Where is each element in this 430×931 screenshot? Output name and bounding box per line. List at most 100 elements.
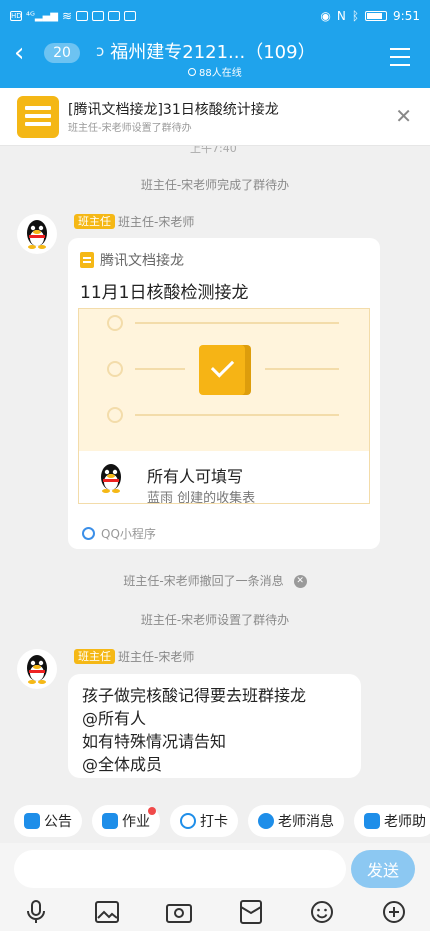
teacher-message-button[interactable]: 老师消息 <box>248 805 344 837</box>
menu-icon[interactable] <box>390 48 410 66</box>
notification-dot <box>148 807 156 815</box>
checklist-icon <box>199 345 245 395</box>
mini-program-icon <box>82 527 95 540</box>
red-packet-icon[interactable] <box>238 899 264 925</box>
document-icon <box>17 96 59 138</box>
online-count: 88人在线 <box>188 64 242 79</box>
close-icon[interactable]: ✕ <box>395 104 412 128</box>
recall-text: 班主任-宋老师撤回了一条消息 <box>123 574 284 588</box>
card-title: 11月1日核酸检测接龙 <box>80 283 249 303</box>
camera-icon[interactable] <box>166 899 193 925</box>
text-message[interactable]: 孩子做完核酸记得要去班群接龙 @所有人 如有特殊情况请告知 @全体成员 <box>68 674 361 778</box>
homework-button[interactable]: 作业 <box>92 805 160 837</box>
dismiss-icon[interactable]: ✕ <box>293 575 307 588</box>
status-bar: HD ⁴ᴳ▂▄▆ ≋ ◉ N ᛒ 9:51 <box>0 0 430 32</box>
bluetooth-icon: ᛒ <box>351 9 360 23</box>
status-time: 9:51 <box>393 9 420 23</box>
chip-label: 老师助 <box>384 814 426 830</box>
pinned-todo[interactable]: [腾讯文档接龙]31日核酸统计接龙 班主任-宋老师设置了群待办 ✕ <box>0 88 430 146</box>
list-circle-icon <box>107 361 123 377</box>
card-source-label: 腾讯文档接龙 <box>100 253 184 269</box>
online-text: 88人在线 <box>199 68 242 79</box>
list-circle-icon <box>107 315 123 331</box>
microphone-icon[interactable] <box>23 899 49 925</box>
group-name: 福州建专2121...（109） <box>110 42 316 63</box>
list-line <box>135 322 339 324</box>
app-icon-1 <box>76 11 89 21</box>
list-circle-icon <box>107 407 123 423</box>
list-line <box>135 414 339 416</box>
chat-area[interactable]: 上午7:40 班主任-宋老师完成了群待办 班主任 班主任-宋老师 腾讯文档接龙 … <box>0 146 430 799</box>
image-icon[interactable] <box>94 899 120 925</box>
signal-icon: ⁴ᴳ▂▄▆ <box>26 10 58 22</box>
penguin-icon <box>27 655 47 684</box>
list-line <box>265 368 339 370</box>
sender-name[interactable]: 班主任-宋老师 <box>118 213 194 230</box>
chip-label: 公告 <box>44 814 72 830</box>
doc-card[interactable]: 腾讯文档接龙 11月1日核酸检测接龙 所有人可填写 蓝雨 创建的收集表 QQ小程… <box>68 238 380 549</box>
sender-name[interactable]: 班主任-宋老师 <box>118 648 194 665</box>
fill-permission: 所有人可填写 <box>147 467 244 486</box>
app-icon-2 <box>92 11 105 21</box>
chip-label: 打卡 <box>200 814 228 830</box>
edit-icon <box>102 813 118 829</box>
wifi-icon: ≋ <box>61 9 73 23</box>
system-message: 班主任-宋老师设置了群待办 <box>140 613 290 627</box>
system-message: 班主任-宋老师完成了群待办 <box>140 178 290 192</box>
hd-icon: HD <box>10 11 22 21</box>
book-icon <box>364 813 380 829</box>
message-line: 如有特殊情况请告知 <box>82 732 227 751</box>
fill-creator: 蓝雨 创建的收集表 <box>147 491 256 504</box>
card-illustration: 所有人可填写 蓝雨 创建的收集表 <box>78 308 370 504</box>
chip-label: 作业 <box>122 814 150 830</box>
role-tag: 班主任 <box>74 649 115 664</box>
status-left: HD ⁴ᴳ▂▄▆ ≋ <box>10 9 137 23</box>
quick-actions: 公告 作业 打卡 老师消息 老师助 <box>0 799 430 843</box>
emoji-icon[interactable] <box>309 899 335 925</box>
message-line: 孩子做完核酸记得要去班群接龙 <box>82 686 307 705</box>
battery-icon <box>365 11 388 21</box>
chip-label: 老师消息 <box>278 814 334 830</box>
nav-row: ‹ 20 ↄ 福州建专2121...（109） 88人在线 <box>0 32 430 88</box>
back-icon[interactable]: ‹ <box>14 40 24 66</box>
avatar[interactable] <box>17 214 57 254</box>
eye-icon: ◉ <box>320 9 331 23</box>
briefcase-icon <box>24 813 40 829</box>
checkin-button[interactable]: 打卡 <box>170 805 238 837</box>
app-icon-4 <box>124 11 137 21</box>
todo-subtitle: 班主任-宋老师设置了群待办 <box>68 123 192 134</box>
message-line: @全体成员 <box>82 755 163 774</box>
status-right: ◉ N ᛒ 9:51 <box>320 9 420 23</box>
sender-line: 班主任 班主任-宋老师 <box>74 648 194 665</box>
time-divider: 上午7:40 <box>190 146 237 155</box>
announcement-button[interactable]: 公告 <box>14 805 82 837</box>
online-icon <box>188 67 196 76</box>
send-button[interactable]: 发送 <box>351 850 415 888</box>
penguin-icon <box>101 464 121 493</box>
message-line: @所有人 <box>82 709 147 728</box>
card-source: 腾讯文档接龙 <box>80 250 184 270</box>
card-footer-label: QQ小程序 <box>101 527 156 541</box>
chat-title[interactable]: ↄ 福州建专2121...（109） <box>96 38 316 64</box>
teacher-icon <box>258 813 274 829</box>
toolbar <box>0 893 430 931</box>
check-icon <box>180 813 196 829</box>
penguin-icon <box>27 220 47 249</box>
system-message-recall: 班主任-宋老师撤回了一条消息 ✕ <box>0 572 430 589</box>
unread-badge[interactable]: 20 <box>44 43 80 63</box>
role-tag: 班主任 <box>74 214 115 229</box>
header-bar: HD ⁴ᴳ▂▄▆ ≋ ◉ N ᛒ 9:51 ‹ 20 ↄ 福州建专2121...… <box>0 0 430 88</box>
sender-line: 班主任 班主任-宋老师 <box>74 213 194 230</box>
card-footer: QQ小程序 <box>82 525 156 542</box>
app-icon-3 <box>108 11 121 21</box>
doc-icon <box>80 252 94 268</box>
input-bar: 发送 <box>0 843 430 931</box>
avatar[interactable] <box>17 649 57 689</box>
list-line <box>135 368 185 370</box>
teacher-assistant-button[interactable]: 老师助 <box>354 805 430 837</box>
ear-icon: ↄ <box>96 42 105 60</box>
message-input[interactable] <box>14 850 346 888</box>
card-fill-info: 所有人可填写 蓝雨 创建的收集表 <box>79 451 369 504</box>
add-icon[interactable] <box>381 899 407 925</box>
todo-title: [腾讯文档接龙]31日核酸统计接龙 <box>68 102 279 118</box>
